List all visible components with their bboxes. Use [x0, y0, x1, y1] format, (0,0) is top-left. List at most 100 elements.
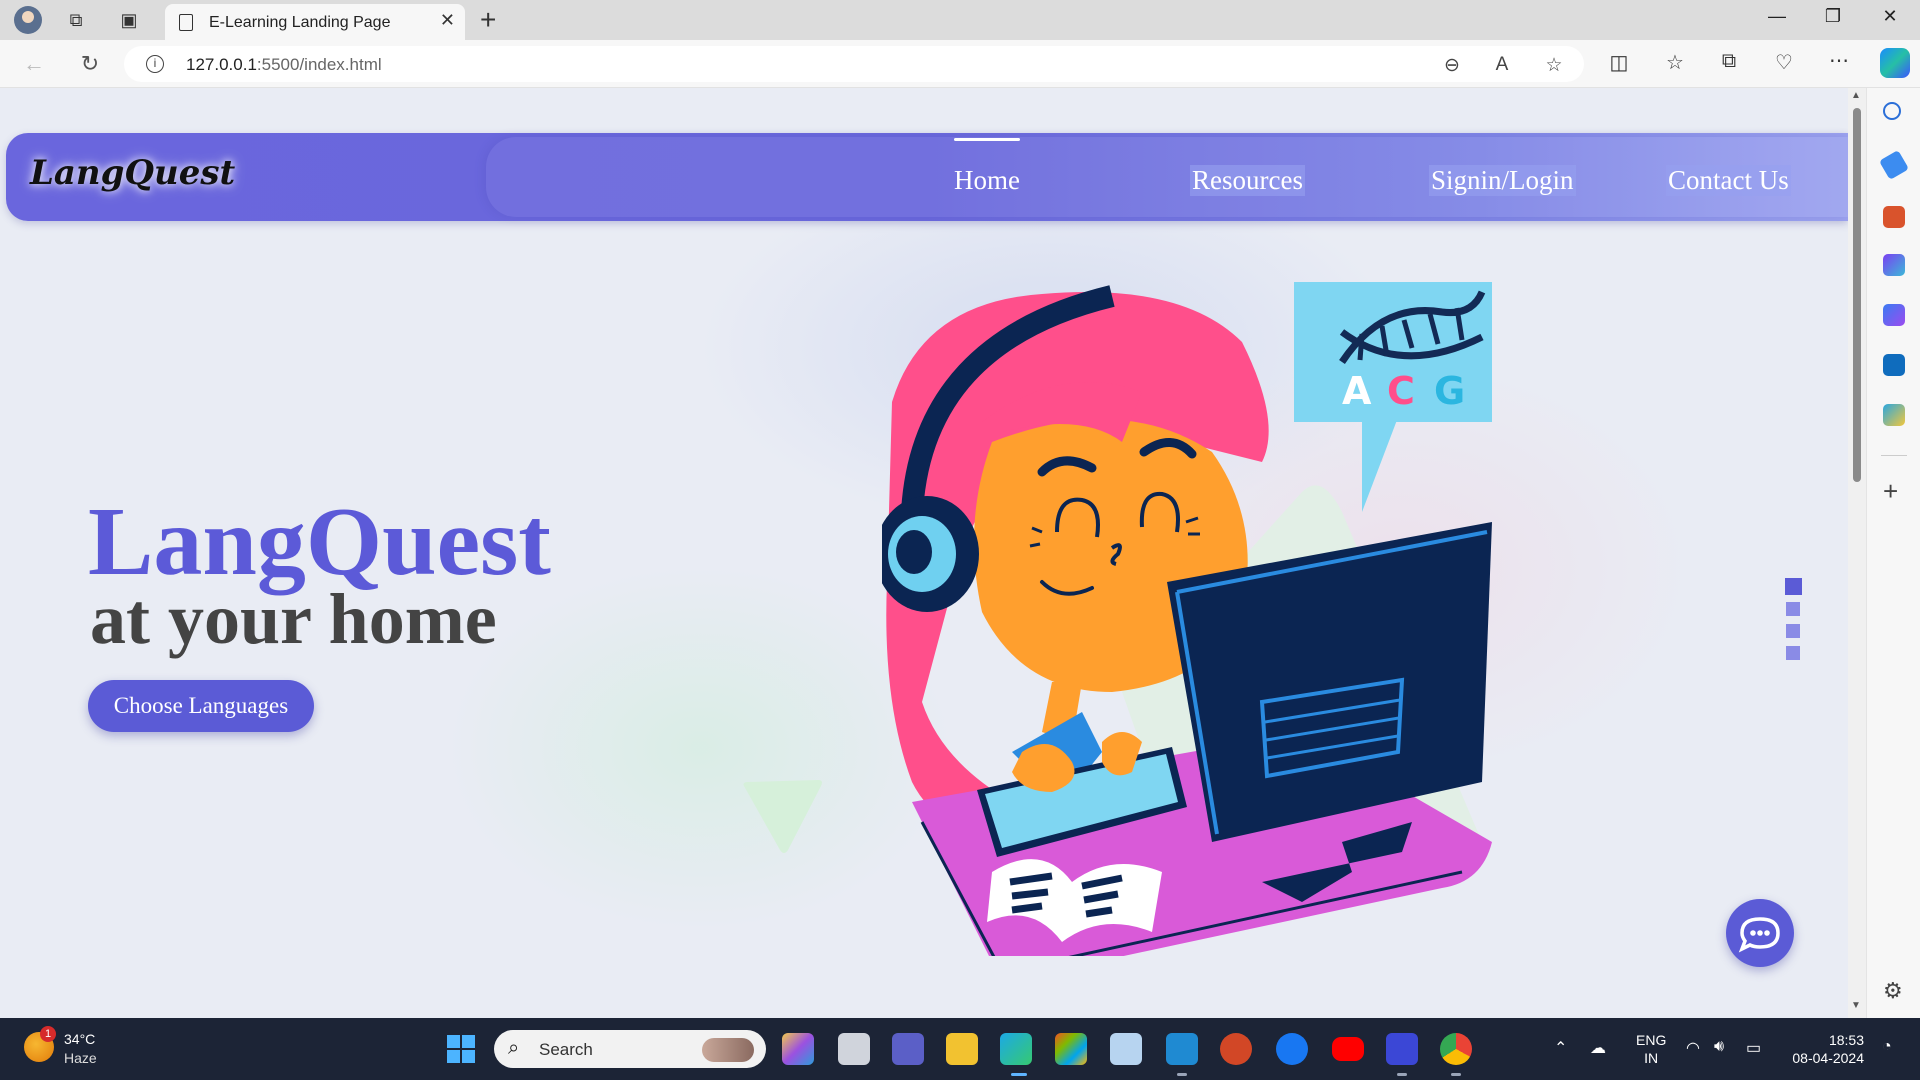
read-aloud-icon[interactable]: A: [1490, 54, 1514, 76]
facebook-icon[interactable]: [1276, 1033, 1308, 1065]
search-icon[interactable]: [1883, 102, 1901, 120]
add-sidebar-app-icon[interactable]: +: [1883, 478, 1898, 504]
slider-dot-1[interactable]: [1785, 578, 1802, 595]
url-text: 127.0.0.1:5500/index.html: [186, 55, 382, 74]
taskbar-search-label: Search: [539, 1040, 593, 1059]
notifications-icon[interactable]: ◔: [1882, 1038, 1892, 1056]
bubble-letter-a: A: [1342, 369, 1372, 413]
shopping-icon[interactable]: [1878, 149, 1910, 181]
bubble-letter-c: C: [1387, 369, 1415, 413]
navbar-links-panel: [486, 137, 1848, 217]
address-bar[interactable]: i 127.0.0.1:5500/index.html ⊖ A ☆: [124, 46, 1584, 82]
browser-essentials-icon[interactable]: ♡: [1769, 50, 1799, 75]
tab-actions-icon[interactable]: ▣: [117, 8, 141, 32]
chrome-running-indicator: [1451, 1073, 1461, 1076]
webex-icon[interactable]: [1386, 1033, 1418, 1065]
browser-tab-bar: ⧉ ▣ E-Learning Landing Page ✕ + — ❐ ✕: [0, 0, 1920, 40]
taskbar-search[interactable]: ⌕ Search: [494, 1030, 766, 1068]
browser-tab[interactable]: E-Learning Landing Page ✕: [165, 4, 465, 40]
weather-temperature[interactable]: 34°C: [64, 1031, 95, 1047]
webex-running-indicator: [1397, 1073, 1407, 1076]
refresh-button[interactable]: ↻: [76, 50, 104, 78]
favorites-icon[interactable]: ☆: [1660, 50, 1690, 75]
favorite-star-icon[interactable]: ☆: [1542, 54, 1566, 77]
games-icon[interactable]: [1883, 254, 1905, 276]
slider-dot-2[interactable]: [1786, 602, 1800, 616]
show-hidden-icons[interactable]: ⌃: [1554, 1038, 1567, 1058]
youtube-icon[interactable]: [1332, 1037, 1364, 1061]
microsoft-365-icon[interactable]: [1883, 304, 1905, 326]
task-view-icon[interactable]: [838, 1033, 870, 1065]
copilot-icon[interactable]: [1880, 48, 1910, 78]
vscode-icon[interactable]: [1166, 1033, 1198, 1065]
back-button[interactable]: ←: [20, 50, 48, 78]
battery-icon[interactable]: ▭: [1746, 1038, 1761, 1058]
nav-home[interactable]: Home: [952, 165, 1022, 196]
sidebar-divider: [1881, 455, 1907, 456]
hero-subtitle: at your home: [90, 579, 497, 659]
nav-contact-us[interactable]: Contact Us: [1666, 165, 1791, 196]
site-navbar: LangQuest Home Resources Signin/Login Co…: [6, 133, 1848, 221]
sidebar-settings-icon[interactable]: ⚙: [1883, 978, 1903, 1004]
file-explorer-icon[interactable]: [946, 1033, 978, 1065]
address-toolbar: ← ↻ i 127.0.0.1:5500/index.html ⊖ A ☆ ◫ …: [0, 40, 1920, 88]
hero-title: LangQuest: [88, 488, 551, 596]
language-indicator[interactable]: ENG IN: [1636, 1031, 1666, 1067]
chrome-icon[interactable]: [1440, 1033, 1472, 1065]
drop-icon[interactable]: [1883, 404, 1905, 426]
tab-title: E-Learning Landing Page: [209, 14, 391, 31]
scrollbar-thumb[interactable]: [1853, 108, 1861, 482]
site-info-icon[interactable]: i: [146, 55, 164, 73]
photos-icon[interactable]: [1110, 1033, 1142, 1065]
split-screen-icon[interactable]: ◫: [1604, 50, 1634, 75]
teams-icon[interactable]: [892, 1033, 924, 1065]
close-window-button[interactable]: ✕: [1870, 6, 1910, 27]
volume-icon[interactable]: 🔊︎: [1714, 1038, 1724, 1056]
zoom-out-icon[interactable]: ⊖: [1440, 54, 1464, 77]
choose-languages-button[interactable]: Choose Languages: [88, 680, 314, 732]
profile-avatar[interactable]: [14, 6, 42, 34]
nav-resources[interactable]: Resources: [1190, 165, 1305, 196]
clock[interactable]: 18:53 08-04-2024: [1784, 1031, 1864, 1067]
slider-dot-4[interactable]: [1786, 646, 1800, 660]
site-logo[interactable]: LangQuest: [30, 153, 235, 193]
chat-bubble-icon: [1738, 917, 1780, 953]
document-icon: [179, 14, 193, 31]
edge-taskbar-icon[interactable]: [1000, 1033, 1032, 1065]
edge-sidebar: + ⚙: [1866, 88, 1920, 1018]
microsoft-store-icon[interactable]: [1055, 1033, 1087, 1065]
page-scrollbar[interactable]: ▲ ▼: [1848, 88, 1866, 1018]
nav-signin-login[interactable]: Signin/Login: [1429, 165, 1576, 196]
close-tab-icon[interactable]: ✕: [440, 10, 455, 31]
hero-illustration: A C G: [882, 282, 1492, 956]
tools-icon[interactable]: [1883, 206, 1905, 228]
search-icon: ⌕: [508, 1037, 520, 1059]
decorative-triangle: [743, 780, 822, 853]
bubble-letter-g: G: [1434, 369, 1465, 413]
start-button[interactable]: [447, 1035, 475, 1063]
copilot-pre-app-icon[interactable]: [782, 1033, 814, 1065]
weather-description[interactable]: Haze: [64, 1050, 97, 1066]
collections-icon[interactable]: ⧉: [1714, 50, 1744, 73]
more-menu-icon[interactable]: ⋯: [1824, 48, 1854, 73]
restore-button[interactable]: ❐: [1813, 6, 1853, 27]
web-page: LangQuest Home Resources Signin/Login Co…: [0, 88, 1848, 1018]
wifi-icon[interactable]: ◠: [1686, 1038, 1700, 1058]
search-highlight-image: [702, 1038, 754, 1062]
minimize-button[interactable]: —: [1757, 6, 1797, 27]
scroll-up-arrow[interactable]: ▲: [1851, 90, 1861, 101]
edge-active-indicator: [1011, 1073, 1027, 1076]
chat-button[interactable]: [1726, 899, 1794, 967]
outlook-icon[interactable]: [1883, 354, 1905, 376]
slider-dot-3[interactable]: [1786, 624, 1800, 638]
workspaces-icon[interactable]: ⧉: [64, 8, 88, 32]
windows-taskbar: 1 34°C Haze ⌕ Search ⌃ ☁ ENG IN ◠ 🔊︎ ▭ 18…: [0, 1018, 1920, 1080]
speech-bubble: A C G: [1294, 282, 1492, 512]
powerpoint-icon[interactable]: [1220, 1033, 1252, 1065]
active-nav-indicator: [954, 138, 1020, 141]
scroll-down-arrow[interactable]: ▼: [1851, 1000, 1861, 1011]
onedrive-icon[interactable]: ☁: [1590, 1038, 1606, 1058]
weather-badge: 1: [40, 1026, 56, 1042]
vscode-running-indicator: [1177, 1073, 1187, 1076]
new-tab-button[interactable]: +: [480, 4, 496, 36]
